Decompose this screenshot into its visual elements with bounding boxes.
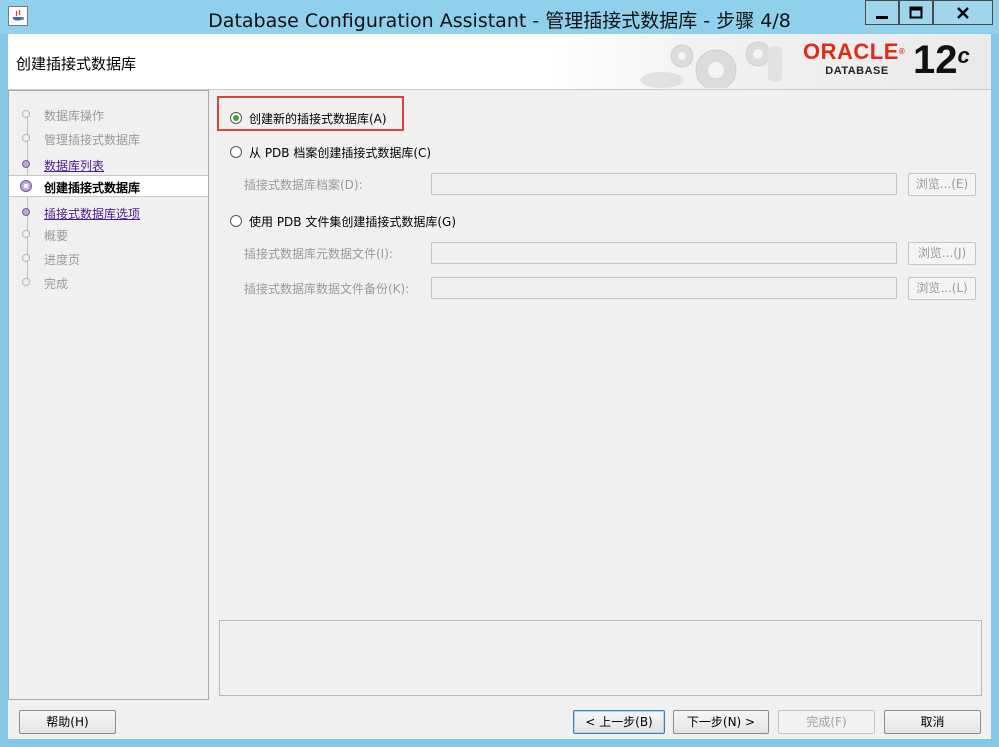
step-label[interactable]: 插接式数据库选项 [44,205,140,222]
title-bar[interactable]: Database Configuration Assistant - 管理插接式… [0,0,999,34]
current-step-icon [20,180,32,192]
client-area: 创建插接式数据库 ORACLE® DATABASE 12c 数据库操作 管理插接… [8,34,991,739]
create-from-archive-label[interactable]: 从 PDB 档案创建插接式数据库(C) [249,144,431,161]
step-label: 概要 [44,229,69,243]
step-label: 管理插接式数据库 [44,133,141,147]
step-dot-icon [22,134,30,142]
header-banner: 创建插接式数据库 ORACLE® DATABASE 12c [8,34,991,90]
oracle-wordmark: ORACLE [803,39,899,64]
trademark-mark: ® [898,47,906,56]
step-label: 数据库操作 [44,109,105,123]
create-from-fileset-label[interactable]: 使用 PDB 文件集创建插接式数据库(G) [249,213,456,230]
pdb-archive-input[interactable] [431,173,897,195]
pdb-metadata-input[interactable] [431,242,897,264]
step-database-operation: 数据库操作 [9,104,208,126]
step-pdb-options[interactable]: 插接式数据库选项 [9,202,208,224]
pdb-backup-label: 插接式数据库数据文件备份(K): [244,282,410,296]
pdb-archive-label: 插接式数据库档案(D): [244,178,363,192]
dca-window: Database Configuration Assistant - 管理插接式… [0,0,999,747]
next-button[interactable]: 下一步(N) > [673,710,769,734]
version-suffix: c [957,43,970,68]
page-title: 创建插接式数据库 [16,55,137,73]
window-title: Database Configuration Assistant - 管理插接式… [208,10,791,32]
browse-backup-button[interactable]: 浏览...(L) [908,277,976,300]
pdb-metadata-label: 插接式数据库元数据文件(I): [244,247,393,261]
step-progress: 进度页 [9,248,208,270]
step-dot-icon [22,230,30,238]
minimize-icon [876,15,888,19]
content-panel: 创建新的插接式数据库(A) 从 PDB 档案创建插接式数据库(C) 插接式数据库… [210,90,991,700]
gears-decoration-icon [640,41,782,88]
maximize-icon [909,6,923,18]
step-dot-icon [22,278,30,286]
steps-sidebar: 数据库操作 管理插接式数据库 数据库列表 创建插接式数据库 插接式数据库选项 概… [8,90,209,700]
step-create-pdb[interactable]: 创建插接式数据库 [9,175,208,197]
step-dot-icon [22,208,30,216]
step-dot-icon [22,110,30,118]
step-finish: 完成 [9,272,208,294]
step-manage-pdb: 管理插接式数据库 [9,128,208,150]
browse-archive-button[interactable]: 浏览...(E) [908,173,976,196]
step-label[interactable]: 数据库列表 [44,157,104,174]
step-dot-icon [22,160,30,168]
create-from-archive-radio[interactable] [230,146,242,158]
close-icon [957,6,969,19]
step-label: 进度页 [44,253,81,267]
minimize-button[interactable] [865,0,899,25]
browse-metadata-button[interactable]: 浏览...(J) [908,242,976,265]
oracle-database-label: DATABASE [825,65,889,77]
pdb-backup-input[interactable] [431,277,897,299]
close-button[interactable] [933,0,993,25]
finish-button[interactable]: 完成(F) [778,710,875,734]
help-button[interactable]: 帮助(H) [19,710,116,734]
step-label: 完成 [44,277,69,291]
version-badge: 12c [913,38,970,82]
step-summary: 概要 [9,224,208,246]
oracle-logo: ORACLE® DATABASE [803,39,911,78]
version-number: 12 [913,38,958,82]
step-label: 创建插接式数据库 [44,181,141,195]
back-button[interactable]: < 上一步(B) [573,710,665,734]
create-new-pdb-label[interactable]: 创建新的插接式数据库(A) [249,110,387,127]
maximize-button[interactable] [899,0,933,25]
step-database-list[interactable]: 数据库列表 [9,154,208,176]
create-from-fileset-radio[interactable] [230,215,242,227]
step-dot-icon [22,254,30,262]
create-new-pdb-radio[interactable] [230,112,242,124]
cancel-button[interactable]: 取消 [884,710,981,734]
description-panel [219,620,982,696]
